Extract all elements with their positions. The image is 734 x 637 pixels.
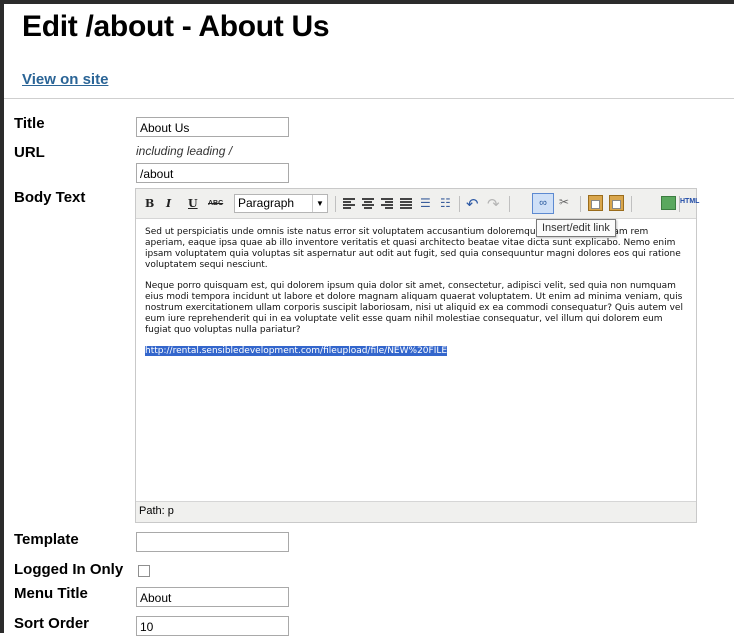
template-input[interactable]: [136, 532, 289, 552]
format-select-value: Paragraph: [238, 196, 295, 210]
paragraph: Neque porro quisquam est, qui dolorem ip…: [145, 281, 683, 335]
paste-text-icon[interactable]: [588, 195, 603, 211]
title-label: Title: [14, 115, 45, 132]
editor-toolbar: B I U ABC Paragraph ▼ ☰ ☷ ↶ ↷ ∞ ✂ HTML: [136, 189, 699, 219]
url-label: URL: [14, 144, 45, 161]
numbered-list-icon[interactable]: ☷: [440, 197, 453, 210]
link-tooltip: Insert/edit link: [536, 219, 616, 237]
page-title: Edit /about - About Us: [22, 10, 330, 43]
selected-link-text[interactable]: http://rental.sensibledevelopment.com/fi…: [145, 346, 448, 356]
editor-content[interactable]: Sed ut perspiciatis unde omnis iste natu…: [145, 227, 690, 367]
toolbar-separator: [631, 196, 632, 212]
body-text-label: Body Text: [14, 189, 86, 206]
align-center-icon[interactable]: [362, 198, 374, 209]
toolbar-separator: [335, 196, 336, 212]
format-select[interactable]: Paragraph ▼: [234, 194, 328, 213]
view-on-site-link[interactable]: View on site: [22, 71, 108, 88]
html-source-button[interactable]: HTML: [680, 198, 699, 205]
link-icon: ∞: [539, 197, 547, 209]
image-icon[interactable]: [661, 196, 676, 210]
underline-button[interactable]: U: [188, 196, 198, 212]
title-input[interactable]: About Us: [136, 117, 289, 137]
bold-button[interactable]: B: [145, 196, 154, 212]
rich-text-editor: B I U ABC Paragraph ▼ ☰ ☷ ↶ ↷ ∞ ✂ HTML I…: [135, 188, 699, 523]
editor-path-bar: Path: p: [136, 501, 696, 522]
toolbar-separator: [509, 196, 510, 212]
menu-title-input[interactable]: About: [136, 587, 289, 607]
insert-link-button[interactable]: ∞: [532, 193, 554, 214]
menu-title-label: Menu Title: [14, 585, 88, 602]
paste-word-icon[interactable]: [609, 195, 624, 211]
toolbar-separator: [459, 196, 460, 212]
url-input[interactable]: /about: [136, 163, 289, 183]
template-label: Template: [14, 531, 79, 548]
unlink-icon[interactable]: ✂: [559, 195, 569, 209]
redo-icon[interactable]: ↷: [487, 195, 500, 213]
logged-in-only-checkbox[interactable]: [138, 565, 150, 577]
header-divider: [4, 98, 734, 99]
toolbar-separator: [580, 196, 581, 212]
undo-icon[interactable]: ↶: [466, 195, 479, 213]
sort-order-label: Sort Order: [14, 615, 90, 632]
window-frame-left: [0, 0, 4, 633]
sort-order-input[interactable]: 10: [136, 616, 289, 636]
bullet-list-icon[interactable]: ☰: [420, 197, 433, 210]
url-hint: including leading /: [136, 144, 233, 158]
chevron-down-icon: ▼: [312, 195, 327, 212]
logged-in-only-label: Logged In Only: [14, 561, 124, 578]
align-justify-icon[interactable]: [400, 198, 412, 209]
align-right-icon[interactable]: [381, 198, 393, 209]
strikethrough-button[interactable]: ABC: [208, 196, 223, 212]
align-left-icon[interactable]: [343, 198, 355, 209]
window-frame-top: [0, 0, 734, 4]
italic-button[interactable]: I: [166, 196, 171, 212]
